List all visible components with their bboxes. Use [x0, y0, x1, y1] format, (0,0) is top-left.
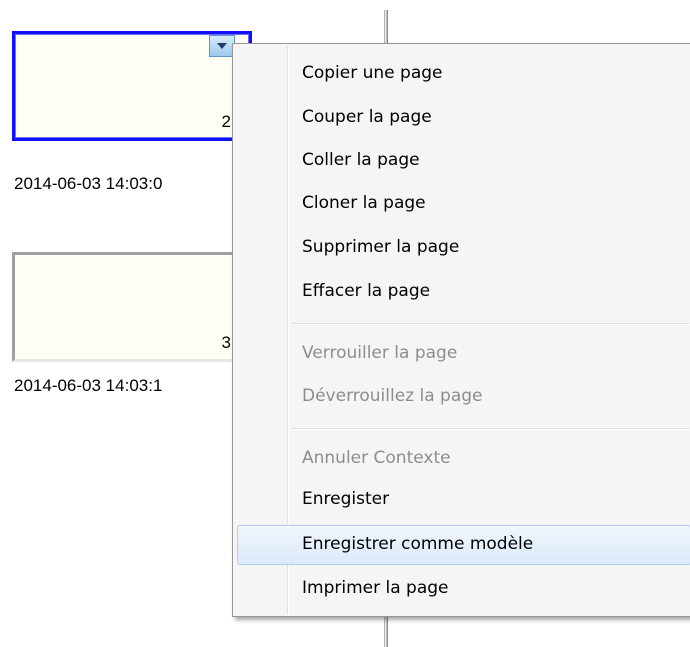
chevron-down-icon: [217, 43, 227, 49]
page-thumbnail-2[interactable]: 2: [12, 31, 252, 141]
menu-item-lock-page[interactable]: Verrouiller la page: [237, 334, 690, 374]
context-menu: Copier une page Couper la page Coller la…: [232, 43, 690, 617]
page-timestamp: 2014-06-03 14:03:0: [14, 174, 163, 193]
page-thumbnail-3[interactable]: 3: [12, 252, 252, 362]
menu-item-label: Enregister: [302, 489, 390, 509]
menu-item-label: Annuler Contexte: [302, 448, 451, 468]
menu-item-label: Couper la page: [302, 107, 432, 127]
menu-item-label: Imprimer la page: [302, 578, 449, 598]
menu-item-delete-page[interactable]: Supprimer la page: [237, 228, 690, 268]
menu-item-label: Cloner la page: [302, 193, 426, 213]
menu-separator: [291, 428, 689, 430]
menu-item-cut-page[interactable]: Couper la page: [237, 98, 690, 138]
menu-item-unlock-page[interactable]: Déverrouillez la page: [237, 377, 690, 417]
menu-separator: [291, 323, 689, 325]
menu-item-copy-page[interactable]: Copier une page: [237, 54, 690, 94]
page-timestamp: 2014-06-03 14:03:1: [14, 376, 163, 395]
page-number: 2: [221, 112, 231, 131]
menu-item-label: Supprimer la page: [302, 237, 460, 257]
menu-item-clear-page[interactable]: Effacer la page: [237, 272, 690, 312]
menu-item-label: Effacer la page: [302, 281, 431, 301]
menu-item-label: Coller la page: [302, 150, 420, 170]
menu-item-label: Verrouiller la page: [302, 343, 458, 363]
menu-item-label: Copier une page: [302, 63, 443, 83]
menu-item-paste-page[interactable]: Coller la page: [237, 141, 690, 181]
menu-item-clone-page[interactable]: Cloner la page: [237, 184, 690, 224]
menu-item-save-as-template[interactable]: Enregistrer comme modèle: [237, 525, 690, 565]
menu-item-print-page[interactable]: Imprimer la page: [237, 569, 690, 609]
menu-item-label: Enregistrer comme modèle: [302, 534, 534, 554]
menu-item-label: Déverrouillez la page: [302, 386, 483, 406]
menu-item-undo-context[interactable]: Annuler Contexte: [237, 439, 690, 479]
menu-item-save[interactable]: Enregister: [237, 480, 690, 520]
page-number: 3: [221, 333, 231, 352]
